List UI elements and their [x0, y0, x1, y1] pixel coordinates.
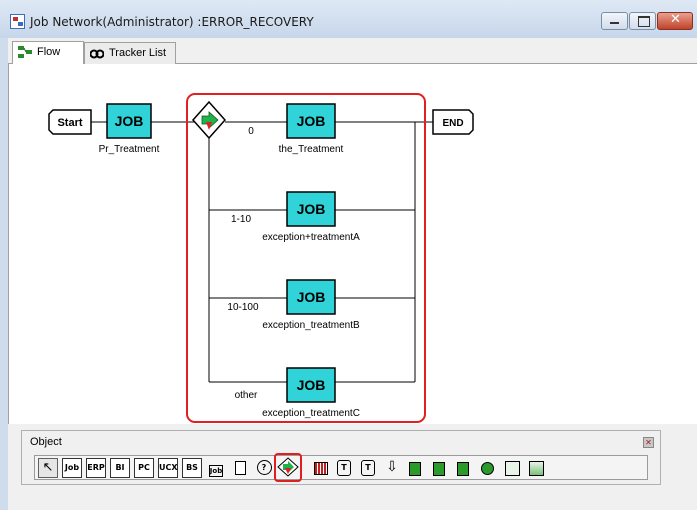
job-edit-tool[interactable]: [502, 458, 522, 478]
tab-bar: Flow Tracker List: [8, 38, 697, 64]
question-icon: ?: [256, 460, 272, 475]
connector-lines: [91, 121, 433, 383]
job-node-pr-treatment[interactable]: JOB Pr_Treatment: [99, 103, 160, 155]
job-send-icon: [409, 462, 421, 476]
object-panel-title: Object: [30, 436, 62, 448]
bi-tool[interactable]: BI: [110, 458, 130, 478]
job-node-text: JOB: [297, 377, 326, 393]
branch-condition-label: 10-100: [227, 302, 259, 313]
down-arrow-tool[interactable]: ⇩: [382, 458, 402, 478]
job-file-icon: [457, 462, 469, 476]
branch-condition-label: 1-10: [231, 214, 251, 225]
start-label: Start: [57, 117, 82, 129]
branch-condition-label: other: [235, 390, 258, 401]
job-node-label: exception_treatmentB: [262, 320, 360, 331]
branch-condition-label: 0: [248, 126, 254, 137]
dialog-icon: [235, 461, 246, 475]
job-file-tool[interactable]: [454, 458, 474, 478]
job-image-icon: [529, 461, 544, 476]
job-group-tool[interactable]: Job: [206, 458, 226, 478]
job-node-label: exception+treatmentA: [262, 232, 360, 243]
tracker-icon: [90, 49, 104, 59]
job-image-tool[interactable]: [526, 458, 546, 478]
pointer-tool[interactable]: ↖: [38, 458, 58, 478]
job-receive-tool[interactable]: [430, 458, 450, 478]
flow-canvas[interactable]: Start END JOB Pr_Treatment JOB the_Treat…: [8, 64, 697, 424]
erp-tool[interactable]: ERP: [86, 458, 106, 478]
tab-tracker-list[interactable]: Tracker List: [84, 42, 176, 64]
tab-tracker-label: Tracker List: [109, 47, 167, 59]
tbar-r-tool[interactable]: T: [358, 458, 378, 478]
minimize-button[interactable]: [601, 12, 628, 30]
job-node-exception-b[interactable]: JOB exception_treatmentB: [262, 279, 360, 331]
job-node-text: JOB: [297, 201, 326, 217]
job-node-text: JOB: [297, 289, 326, 305]
object-panel-close-icon[interactable]: ✕: [643, 437, 654, 448]
window-title: Job Network(Administrator) :ERROR_RECOVE…: [30, 15, 314, 29]
job-tool[interactable]: Job: [62, 458, 82, 478]
minimize-icon: [610, 22, 619, 24]
close-icon: ✕: [670, 12, 681, 27]
calendar-icon: [314, 462, 328, 475]
job-edit-icon: [505, 461, 520, 476]
maximize-icon: [638, 16, 650, 27]
calendar-tool[interactable]: [310, 458, 330, 478]
job-node-the-treatment[interactable]: JOB the_Treatment: [279, 103, 344, 155]
job-receive-icon: [433, 462, 445, 476]
end-label: END: [442, 118, 463, 129]
job-node-label: the_Treatment: [279, 144, 344, 155]
job-node-label: Pr_Treatment: [99, 144, 160, 155]
flow-diagram: Start END JOB Pr_Treatment JOB the_Treat…: [48, 93, 474, 423]
job-wait-icon: [481, 462, 494, 475]
application-window: Job Network(Administrator) :ERROR_RECOVE…: [0, 0, 697, 510]
tab-flow[interactable]: Flow: [12, 41, 84, 64]
pc-tool[interactable]: PC: [134, 458, 154, 478]
maximize-button[interactable]: [629, 12, 656, 30]
start-node[interactable]: Start: [48, 109, 92, 135]
job-node-exception-c[interactable]: JOB exception_treatmentC: [262, 367, 360, 419]
flow-icon: [18, 46, 32, 58]
branch-icon: [277, 457, 299, 477]
job-node-text: JOB: [115, 113, 144, 129]
dialog-tool[interactable]: [230, 458, 250, 478]
bs-tool[interactable]: BS: [182, 458, 202, 478]
close-button[interactable]: ✕: [657, 12, 693, 30]
end-node[interactable]: END: [432, 109, 474, 135]
app-icon: [10, 14, 25, 29]
branch-tool[interactable]: [274, 453, 302, 482]
job-node-exception-a[interactable]: JOB exception+treatmentA: [262, 191, 360, 243]
tbar-tool[interactable]: T: [334, 458, 354, 478]
job-wait-tool[interactable]: [478, 458, 498, 478]
job-send-tool[interactable]: [406, 458, 426, 478]
tab-flow-label: Flow: [37, 46, 61, 58]
ucx-tool[interactable]: UCX: [158, 458, 178, 478]
title-bar[interactable]: Job Network(Administrator) :ERROR_RECOVE…: [0, 0, 697, 38]
question-tool[interactable]: ?: [254, 458, 274, 478]
job-node-text: JOB: [297, 113, 326, 129]
job-node-label: exception_treatmentC: [262, 408, 360, 419]
branch-node[interactable]: [191, 100, 227, 140]
